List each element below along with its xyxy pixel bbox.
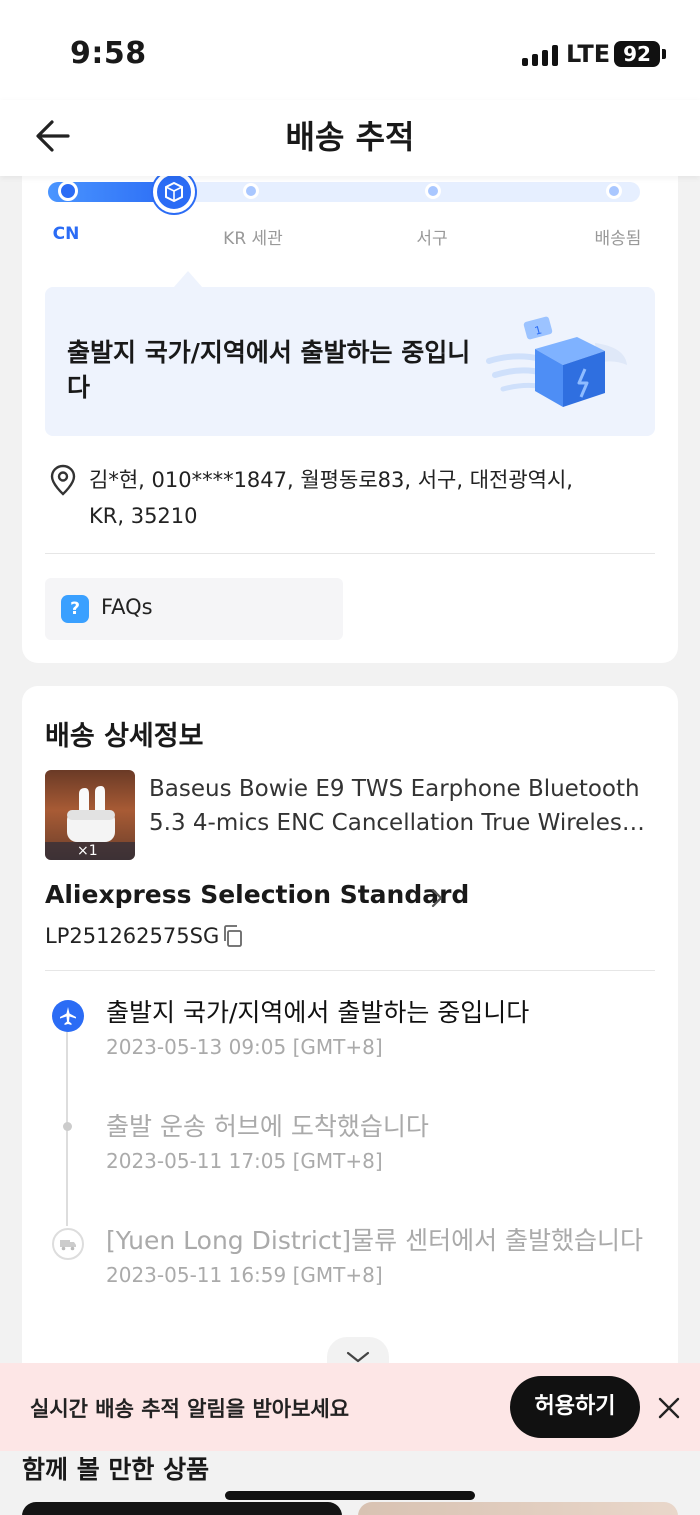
event-title: 출발 운송 허브에 도착했습니다 (106, 1112, 429, 1141)
home-indicator[interactable] (225, 1491, 475, 1500)
step-dot-delivered (606, 183, 622, 199)
progress-track (48, 182, 640, 202)
status-bar: 9:58 LTE 92 (0, 0, 700, 100)
tracking-number: LP251262575SG (45, 924, 220, 948)
section-title: 배송 상세정보 (45, 721, 204, 752)
network-type: LTE (566, 40, 611, 68)
plane-icon (52, 1000, 84, 1032)
step-label-customs: KR 세관 (223, 229, 283, 249)
status-message: 출발지 국가/지역에서 출발하는 중입니다 (67, 338, 471, 402)
event-title: [Yuen Long District]물류 센터에서 출발했습니다 (106, 1226, 644, 1255)
event-time: 2023-05-11 16:59 [GMT+8] (106, 1263, 383, 1287)
battery-icon: 92 (614, 41, 660, 67)
battery-tip (662, 49, 666, 59)
current-step-marker (153, 171, 195, 213)
address-text: 김*현, 010****1847, 월평동로83, 서구, 대전광역시, KR,… (89, 468, 573, 528)
step-dot-customs (243, 183, 259, 199)
signal-icon (522, 44, 558, 66)
timeline-event: [Yuen Long District]물류 센터에서 출발했습니다 2023-… (106, 1224, 643, 1290)
event-time: 2023-05-13 09:05 [GMT+8] (106, 1035, 383, 1059)
allow-button[interactable]: 허용하기 (510, 1376, 640, 1438)
chevron-right-icon (431, 888, 443, 908)
faq-button[interactable]: ? FAQs (45, 578, 343, 640)
step-label-delivered: 배송됨 (594, 229, 642, 249)
product-name[interactable]: Baseus Bowie E9 TWS Earphone Bluetooth 5… (149, 772, 654, 840)
faq-label: FAQs (101, 595, 153, 619)
timeline-event: 출발 운송 허브에 도착했습니다 2023-05-11 17:05 [GMT+8… (106, 1110, 429, 1176)
step-label-district: 서구 (416, 229, 448, 249)
clock: 9:58 (70, 36, 147, 71)
shipment-details-card: 배송 상세정보 ×1 Baseus Bowie E9 TWS Earphone … (22, 686, 678, 1406)
recommended-product-card[interactable] (358, 1502, 678, 1515)
recommend-title: 함께 볼 만한 상품 (22, 1455, 210, 1484)
carrier-link[interactable]: Aliexpress Selection Standard (45, 880, 469, 909)
product-image[interactable]: ×1 (45, 770, 135, 860)
step-dot-origin (58, 181, 78, 201)
step-dot-district (425, 183, 441, 199)
location-pin-icon (50, 464, 76, 496)
truck-icon (52, 1228, 84, 1260)
notification-text: 실시간 배송 추적 알림을 받아보세요 (30, 1397, 350, 1421)
recommended-product-card[interactable] (22, 1502, 342, 1515)
step-label-origin: CN (52, 224, 80, 244)
event-title: 출발지 국가/지역에서 출발하는 중입니다 (106, 998, 530, 1027)
package-icon (165, 181, 183, 203)
timeline-event: 출발지 국가/지역에서 출발하는 중입니다 2023-05-13 09:05 [… (106, 996, 529, 1062)
close-icon[interactable] (652, 1391, 686, 1425)
copy-icon[interactable] (221, 924, 245, 948)
divider (45, 970, 655, 971)
event-time: 2023-05-11 17:05 [GMT+8] (106, 1149, 383, 1173)
status-banner: 출발지 국가/지역에서 출발하는 중입니다 1 (45, 271, 655, 436)
nav-header: 배송 추적 (0, 100, 700, 176)
divider (45, 553, 655, 554)
tracking-summary-card: CN KR 세관 서구 배송됨 출발지 국가/지역에서 출발하는 중입니다 1 … (22, 150, 678, 663)
product-quantity: ×1 (45, 842, 135, 860)
question-icon: ? (61, 595, 89, 623)
flying-package-icon: 1 (486, 316, 627, 407)
notification-prompt: 실시간 배송 추적 알림을 받아보세요 허용하기 (0, 1363, 700, 1451)
page-title: 배송 추적 (285, 118, 415, 156)
timeline-dot (63, 1122, 72, 1131)
